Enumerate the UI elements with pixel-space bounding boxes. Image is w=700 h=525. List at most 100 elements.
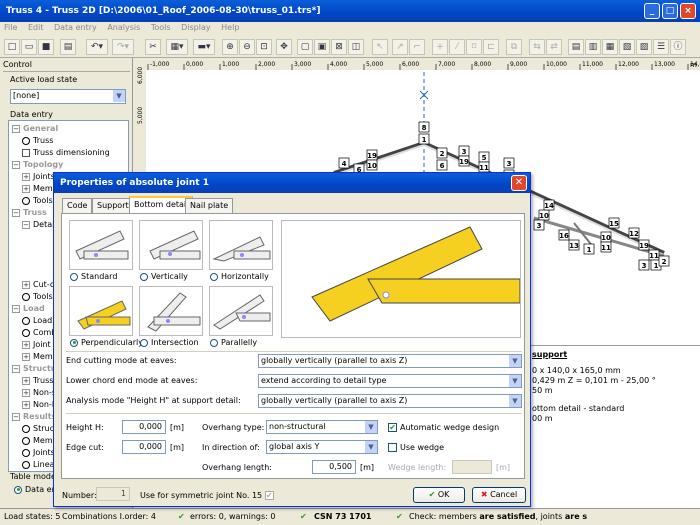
table-icon[interactable]: ▤ (568, 39, 584, 55)
expand-icon[interactable]: + (22, 352, 30, 361)
info-icon[interactable]: ⓘ (670, 39, 686, 55)
collapse-icon[interactable]: − (12, 124, 20, 133)
select-pointer-icon[interactable]: ↖ (372, 39, 388, 55)
tree-item[interactable]: Truss dimensioning (12, 147, 128, 159)
edge-cut-input[interactable]: 0,000 (122, 440, 166, 454)
ok-button[interactable]: ✔ OK (413, 487, 465, 503)
cut-icon[interactable]: ✂ (145, 39, 161, 55)
detail-parallelly-thumb[interactable] (209, 286, 273, 336)
layers-icon[interactable]: ▬▾ (193, 39, 215, 55)
collapse-icon[interactable]: − (12, 412, 20, 421)
minimize-button[interactable]: _ (644, 3, 660, 19)
expand-icon[interactable]: + (22, 340, 30, 349)
print-icon[interactable]: ▤ (60, 39, 76, 55)
detail-standard-thumb[interactable] (69, 220, 133, 270)
maximize-button[interactable]: □ (662, 3, 678, 19)
zoom-out-icon[interactable]: ⊖ (239, 39, 255, 55)
menu-analysis[interactable]: Analysis (103, 22, 144, 33)
menu-help[interactable]: Help (217, 22, 243, 33)
expand-icon[interactable]: + (22, 388, 30, 397)
zoom-extent-icon[interactable]: ▣ (314, 39, 330, 55)
lower-chord-select[interactable]: extend according to detail type ▼ (258, 374, 522, 388)
pan-icon[interactable]: ✥ (276, 39, 292, 55)
collapse-icon[interactable]: − (12, 208, 20, 217)
detail-horizontally-radio[interactable]: Horizontally (210, 272, 269, 281)
tab-bottom-detail[interactable]: Bottom detail (129, 196, 194, 214)
expand-icon[interactable]: + (22, 184, 30, 193)
redo-icon[interactable]: ↷▾ (112, 39, 134, 55)
direction-select[interactable]: global axis Y ▼ (266, 440, 378, 454)
detail-vertically-radio[interactable]: Vertically (140, 272, 188, 281)
zoom-prev-icon[interactable]: ◫ (348, 39, 364, 55)
sheet-icon[interactable]: ▥ (585, 39, 601, 55)
auto-wedge-checkbox[interactable]: ✔ Automatic wedge design (388, 423, 499, 432)
tab-nail-plate[interactable]: Nail plate (185, 198, 234, 213)
copy-icon[interactable]: ⧉ (506, 39, 522, 55)
mirror-icon[interactable]: ⇆ (529, 39, 545, 55)
cancel-button[interactable]: ✖ Cancel (472, 487, 526, 503)
analysis-mode-select[interactable]: globally vertically (parallel to axis Z)… (258, 394, 522, 408)
tree-item[interactable]: Truss (12, 135, 128, 147)
symmetric-checkbox[interactable]: Use for symmetric joint No. 15 ✔ (140, 491, 277, 500)
open-folder-icon[interactable]: ▭ (21, 39, 37, 55)
save-icon[interactable]: ■ (38, 39, 54, 55)
zoom-in-icon[interactable]: ⊕ (222, 39, 238, 55)
graph-icon[interactable]: ▧ (619, 39, 635, 55)
height-input[interactable]: 0,000 (122, 420, 166, 434)
menu-display[interactable]: Display (177, 22, 215, 33)
overhang-type-select[interactable]: non-structural ▼ (266, 420, 378, 434)
collapse-icon[interactable]: − (12, 160, 20, 169)
detail-vertically-thumb[interactable] (139, 220, 203, 270)
member-label: 19 (639, 242, 649, 250)
end-cut-select[interactable]: globally vertically (parallel to axis Z)… (258, 354, 522, 368)
active-load-select[interactable]: [none] ▼ (10, 89, 126, 104)
analysis-mode-label: Analysis mode "Height H" at support deta… (66, 396, 241, 405)
member-label: 3 (462, 148, 467, 156)
close-window-button[interactable]: × (680, 3, 696, 19)
detail-intersection-thumb[interactable] (139, 286, 203, 336)
list-icon[interactable]: ☰ (653, 39, 669, 55)
add-member-icon[interactable]: ⁄ (449, 39, 465, 55)
dialog-close-button[interactable]: ✕ (511, 175, 527, 191)
overhang-length-input[interactable]: 0,500 (312, 460, 356, 474)
zoom-window-icon[interactable]: ⊡ (256, 39, 272, 55)
detail-perpendicularly-label: Perpendicularly (81, 338, 143, 347)
tree-category[interactable]: − Topology (12, 159, 128, 171)
detail-perpendicularly-thumb[interactable] (69, 286, 133, 336)
collapse-icon[interactable]: − (12, 364, 20, 373)
rectangle-icon[interactable]: ⌑ (466, 39, 482, 55)
collapse-icon[interactable]: − (12, 304, 20, 313)
zoom-select-icon[interactable]: ⊠ (331, 39, 347, 55)
tab-support[interactable]: Support (92, 198, 134, 213)
detail-intersection-radio[interactable]: Intersection (140, 338, 199, 347)
expand-icon[interactable]: + (22, 172, 30, 181)
polyline-icon[interactable]: ⊏ (483, 39, 499, 55)
expand-icon[interactable]: + (22, 280, 30, 289)
add-joint-icon[interactable]: + (432, 39, 448, 55)
tab-code[interactable]: Code (62, 198, 93, 213)
bottom-detail-page: Standard Vertically Horizontally Perpend… (61, 213, 525, 479)
menu-tools[interactable]: Tools (147, 22, 175, 33)
results-icon[interactable]: ▨ (636, 39, 652, 55)
zoom-all-icon[interactable]: ▢ (297, 39, 313, 55)
menu-file[interactable]: File (0, 22, 21, 33)
collapse-icon[interactable]: − (22, 220, 30, 229)
use-wedge-checkbox[interactable]: Use wedge (388, 443, 444, 452)
menu-data-entry[interactable]: Data entry (50, 22, 101, 33)
expand-icon[interactable]: + (22, 400, 30, 409)
detail-parallelly-radio[interactable]: Parallelly (210, 338, 257, 347)
undo-icon[interactable]: ↶▾ (86, 39, 108, 55)
move-icon[interactable]: ⇄ (546, 39, 562, 55)
new-file-icon[interactable]: □ (4, 39, 20, 55)
detail-standard-radio[interactable]: Standard (70, 272, 117, 281)
wedge-length-input[interactable] (452, 460, 492, 474)
select-joint-icon[interactable]: ⌐ (409, 39, 425, 55)
tree-category[interactable]: − General (12, 123, 128, 135)
detail-perpendicularly-radio[interactable]: Perpendicularly (70, 338, 143, 347)
expand-icon[interactable]: + (22, 376, 30, 385)
select-member-icon[interactable]: ↗ (392, 39, 408, 55)
detail-horizontally-thumb[interactable] (209, 220, 273, 270)
snap-icon[interactable]: ▦▾ (166, 39, 188, 55)
report-icon[interactable]: ▦ (602, 39, 618, 55)
menu-edit[interactable]: Edit (24, 22, 48, 33)
